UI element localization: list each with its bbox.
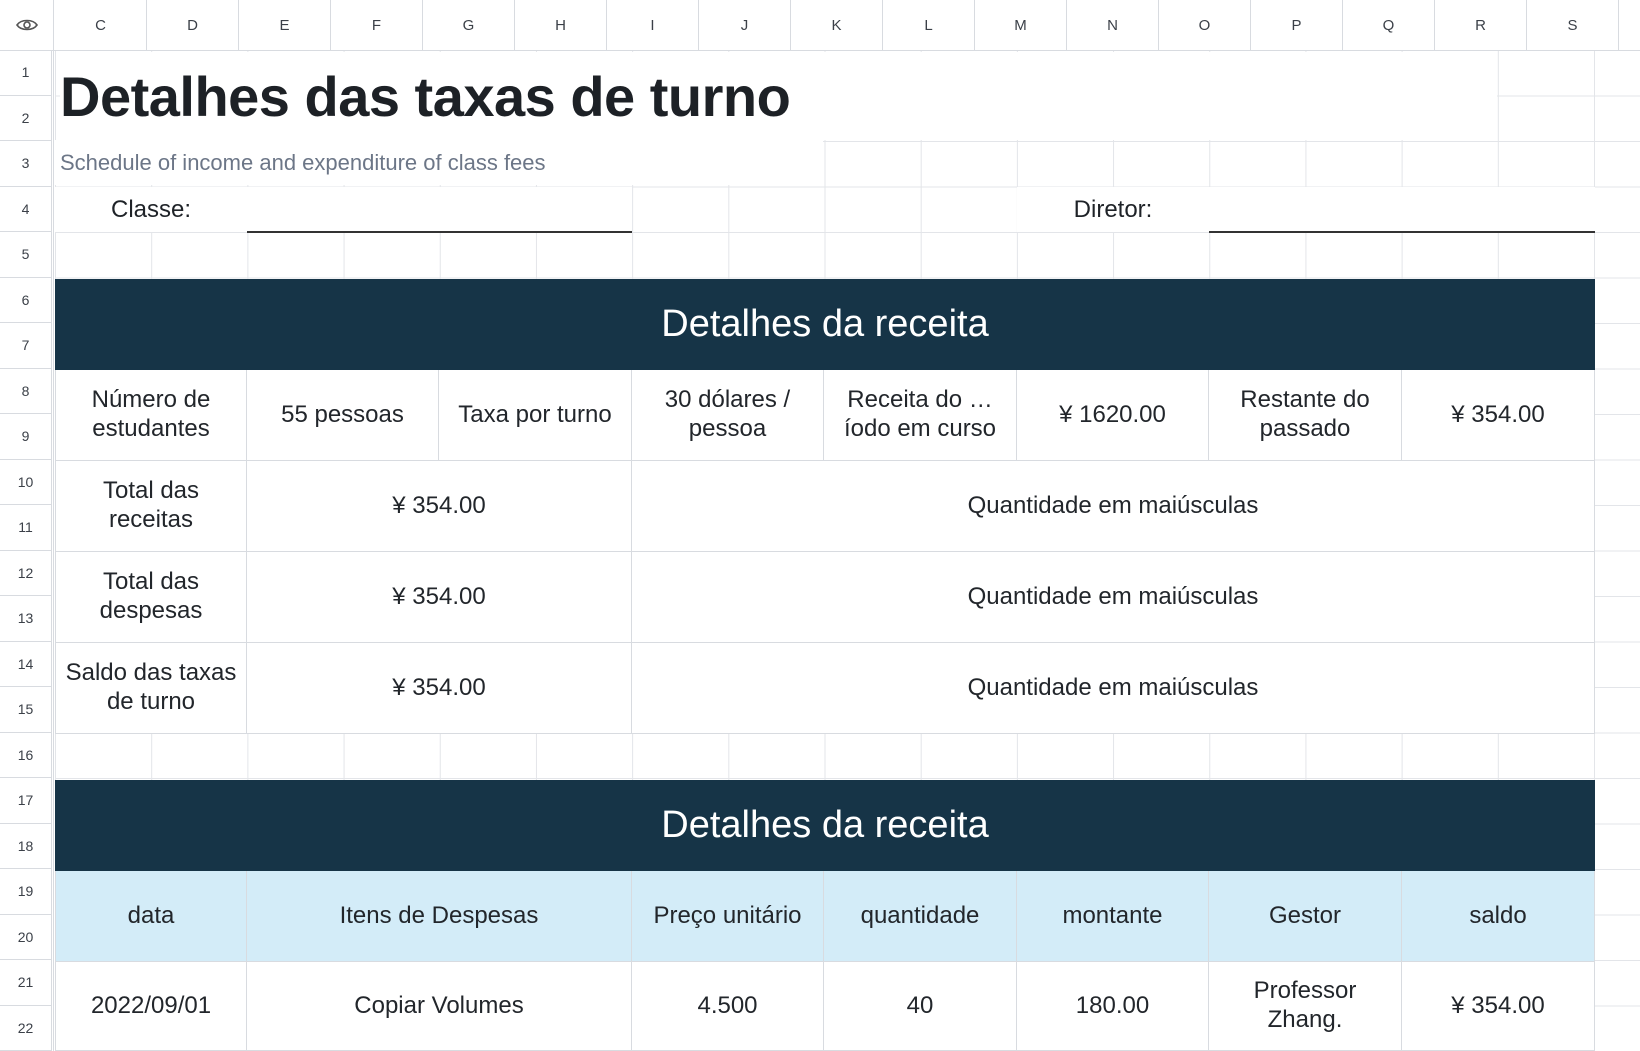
column-header[interactable]: D <box>147 0 239 50</box>
students-label[interactable]: Número de estudantes <box>55 370 247 461</box>
table-cell-balance[interactable]: ¥ 354.00 <box>1402 962 1595 1051</box>
current-income-label[interactable]: Receita do …íodo em curso <box>824 370 1017 461</box>
visibility-toggle[interactable] <box>0 0 54 50</box>
row-header[interactable]: 14 <box>0 642 51 687</box>
column-header[interactable]: N <box>1067 0 1159 50</box>
row-header[interactable]: 1 <box>0 50 51 96</box>
row-header[interactable]: 8 <box>0 369 51 414</box>
column-header[interactable]: F <box>331 0 423 50</box>
fee-value[interactable]: 30 dólares / pessoa <box>632 370 824 461</box>
row-header[interactable]: 7 <box>0 323 51 369</box>
row-header[interactable]: 17 <box>0 778 51 824</box>
table-cell-amount[interactable]: 180.00 <box>1017 962 1209 1051</box>
row-header[interactable]: 21 <box>0 960 51 1006</box>
total-expense-label[interactable]: Total das despesas <box>55 552 247 643</box>
column-header[interactable]: H <box>515 0 607 50</box>
balance-words[interactable]: Quantidade em maiúsculas <box>632 643 1595 734</box>
class-label[interactable]: Classe: <box>55 187 247 232</box>
row-header[interactable]: 12 <box>0 551 51 596</box>
total-income-words[interactable]: Quantidade em maiúsculas <box>632 461 1595 552</box>
row-header[interactable]: 10 <box>0 460 51 505</box>
class-input[interactable] <box>247 187 632 233</box>
table-cell-manager[interactable]: Professor Zhang. <box>1209 962 1402 1051</box>
remaining-label[interactable]: Restante do passado <box>1209 370 1402 461</box>
column-header[interactable]: C <box>55 0 147 50</box>
spreadsheet-window: C D E F G H I J K L M N O P Q R S 1 2 3 … <box>0 0 1640 1051</box>
column-header-bar: C D E F G H I J K L M N O P Q R S <box>0 0 1640 51</box>
eye-icon <box>15 19 38 31</box>
column-header[interactable]: J <box>699 0 791 50</box>
row-header[interactable]: 11 <box>0 505 51 551</box>
total-expense-words[interactable]: Quantidade em maiúsculas <box>632 552 1595 643</box>
row-header[interactable]: 22 <box>0 1006 51 1051</box>
director-input[interactable] <box>1209 187 1595 233</box>
column-header[interactable]: M <box>975 0 1067 50</box>
column-header[interactable]: R <box>1435 0 1527 50</box>
row-header[interactable]: 19 <box>0 869 51 915</box>
column-header[interactable]: S <box>1527 0 1619 50</box>
page-title[interactable]: Detalhes das taxas de turno <box>60 52 1497 140</box>
column-header[interactable]: G <box>423 0 515 50</box>
row-header[interactable]: 18 <box>0 824 51 869</box>
column-header[interactable]: L <box>883 0 975 50</box>
table-cell-item[interactable]: Copiar Volumes <box>247 962 632 1051</box>
column-header[interactable]: Q <box>1343 0 1435 50</box>
column-header[interactable]: P <box>1251 0 1343 50</box>
row-header[interactable]: 2 <box>0 96 51 141</box>
total-expense-value[interactable]: ¥ 354.00 <box>247 552 632 643</box>
row-header[interactable]: 4 <box>0 187 51 232</box>
column-header[interactable]: K <box>791 0 883 50</box>
total-income-value[interactable]: ¥ 354.00 <box>247 461 632 552</box>
header-quantity[interactable]: quantidade <box>824 871 1017 962</box>
header-date[interactable]: data <box>55 871 247 962</box>
column-header[interactable]: O <box>1159 0 1251 50</box>
balance-value[interactable]: ¥ 354.00 <box>247 643 632 734</box>
balance-label[interactable]: Saldo das taxas de turno <box>55 643 247 734</box>
header-expense-items[interactable]: Itens de Despesas <box>247 871 632 962</box>
expense-section-banner[interactable]: Detalhes da receita <box>55 780 1595 871</box>
row-header[interactable]: 3 <box>0 141 51 187</box>
table-cell-date[interactable]: 2022/09/01 <box>55 962 247 1051</box>
row-header[interactable]: 9 <box>0 414 51 460</box>
row-header[interactable]: 13 <box>0 596 51 642</box>
students-value[interactable]: 55 pessoas <box>247 370 439 461</box>
fee-label[interactable]: Taxa por turno <box>439 370 632 461</box>
table-cell-quantity[interactable]: 40 <box>824 962 1017 1051</box>
row-header[interactable]: 15 <box>0 687 51 733</box>
director-label[interactable]: Diretor: <box>1017 187 1209 232</box>
column-header[interactable]: E <box>239 0 331 50</box>
header-amount[interactable]: montante <box>1017 871 1209 962</box>
remaining-value[interactable]: ¥ 354.00 <box>1402 370 1595 461</box>
income-section-banner[interactable]: Detalhes da receita <box>55 279 1595 370</box>
header-balance[interactable]: saldo <box>1402 871 1595 962</box>
row-header[interactable]: 16 <box>0 733 51 778</box>
total-income-label[interactable]: Total das receitas <box>55 461 247 552</box>
row-header-bar: 1 2 3 4 5 6 7 8 9 10 11 12 13 14 15 16 1… <box>0 50 54 1051</box>
current-income-value[interactable]: ¥ 1620.00 <box>1017 370 1209 461</box>
header-manager[interactable]: Gestor <box>1209 871 1402 962</box>
column-header[interactable]: I <box>607 0 699 50</box>
row-header[interactable]: 20 <box>0 915 51 960</box>
page-subtitle[interactable]: Schedule of income and expenditure of cl… <box>55 140 823 185</box>
header-unit-price[interactable]: Preço unitário <box>632 871 824 962</box>
row-header[interactable]: 6 <box>0 278 51 323</box>
row-header[interactable]: 5 <box>0 232 51 278</box>
table-cell-unit-price[interactable]: 4.500 <box>632 962 824 1051</box>
